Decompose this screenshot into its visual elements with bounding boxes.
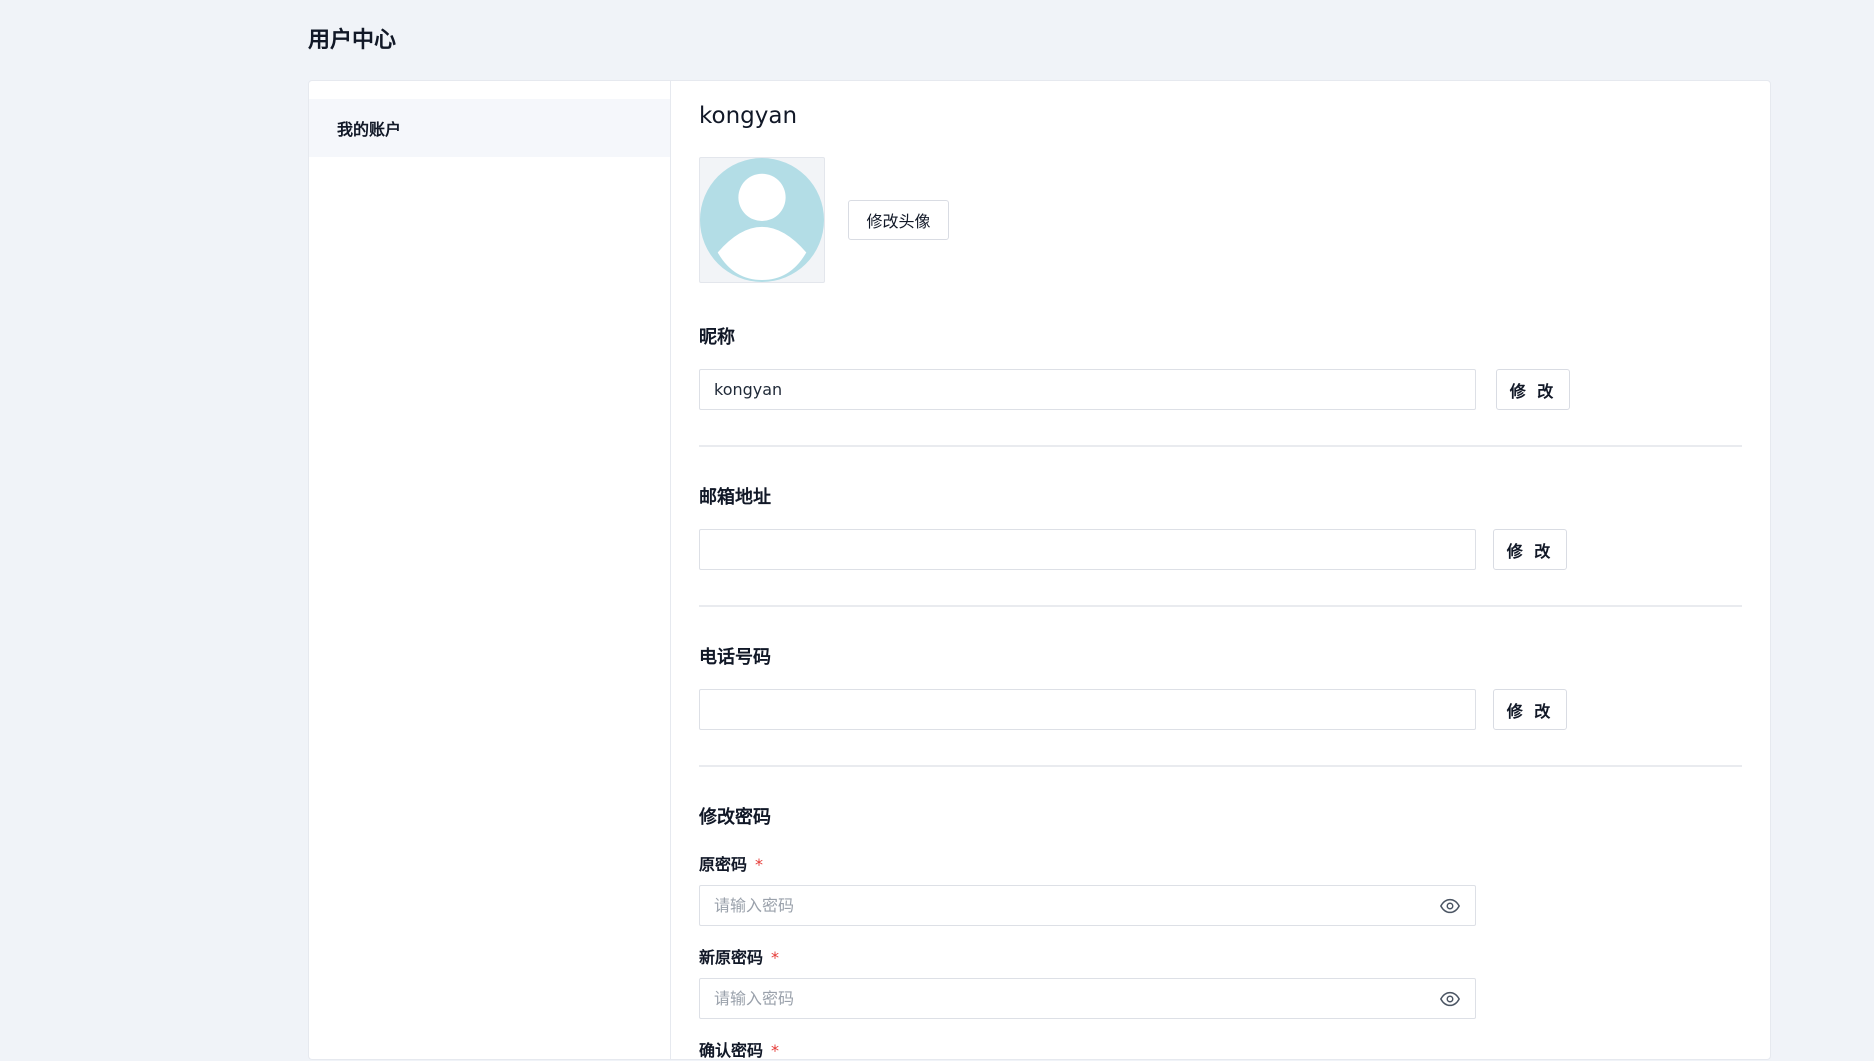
- email-input[interactable]: [699, 529, 1476, 570]
- divider: [699, 765, 1742, 767]
- edit-phone-button[interactable]: 修 改: [1493, 689, 1567, 730]
- divider: [699, 445, 1742, 447]
- avatar: [699, 157, 825, 283]
- nickname-input[interactable]: [699, 369, 1476, 410]
- eye-icon[interactable]: [1439, 895, 1461, 917]
- email-label: 邮箱地址: [699, 487, 771, 508]
- avatar-row: 修改头像: [699, 157, 1742, 283]
- sidebar-item-my-account[interactable]: 我的账户: [309, 99, 670, 157]
- phone-label: 电话号码: [699, 647, 771, 668]
- new-password-field: [699, 978, 1476, 1019]
- divider: [699, 605, 1742, 607]
- edit-email-button[interactable]: 修 改: [1493, 529, 1567, 570]
- nickname-section: 昵称 修 改: [699, 323, 1742, 447]
- phone-row: 修 改: [699, 689, 1742, 730]
- eye-icon[interactable]: [1439, 988, 1461, 1010]
- new-password-label-text: 新原密码: [699, 948, 764, 967]
- user-avatar-icon: [700, 158, 824, 282]
- email-section: 邮箱地址 修 改: [699, 483, 1742, 607]
- nickname-row: 修 改: [699, 369, 1742, 410]
- confirm-password-label: 确认密码 *: [699, 1037, 1742, 1061]
- phone-section: 电话号码 修 改: [699, 643, 1742, 767]
- main-content: kongyan 修改头像 昵称 修 改 邮箱地址 修: [671, 81, 1770, 1061]
- required-mark: *: [771, 1041, 780, 1060]
- sidebar: 我的账户: [309, 81, 671, 1059]
- required-mark: *: [755, 855, 764, 874]
- old-password-label-text: 原密码: [699, 855, 748, 874]
- account-card: 我的账户 kongyan 修改头像 昵称 修 改 邮箱地址: [308, 80, 1771, 1060]
- password-section-label: 修改密码: [699, 807, 771, 828]
- new-password-label: 新原密码 *: [699, 944, 1742, 968]
- confirm-password-label-text: 确认密码: [699, 1041, 764, 1060]
- phone-input[interactable]: [699, 689, 1476, 730]
- password-section: 修改密码 原密码 * 新原密码 * 确认密码 *: [699, 803, 1742, 1061]
- new-password-input[interactable]: [714, 989, 1439, 1008]
- required-mark: *: [771, 948, 780, 967]
- username: kongyan: [699, 103, 798, 129]
- edit-nickname-button[interactable]: 修 改: [1496, 369, 1570, 410]
- old-password-label: 原密码 *: [699, 851, 1742, 875]
- old-password-field: [699, 885, 1476, 926]
- nickname-label: 昵称: [699, 327, 735, 348]
- old-password-input[interactable]: [714, 896, 1439, 915]
- email-row: 修 改: [699, 529, 1742, 570]
- sidebar-item-label: 我的账户: [337, 120, 402, 139]
- change-avatar-button[interactable]: 修改头像: [848, 200, 949, 240]
- page-title: 用户中心: [308, 28, 397, 53]
